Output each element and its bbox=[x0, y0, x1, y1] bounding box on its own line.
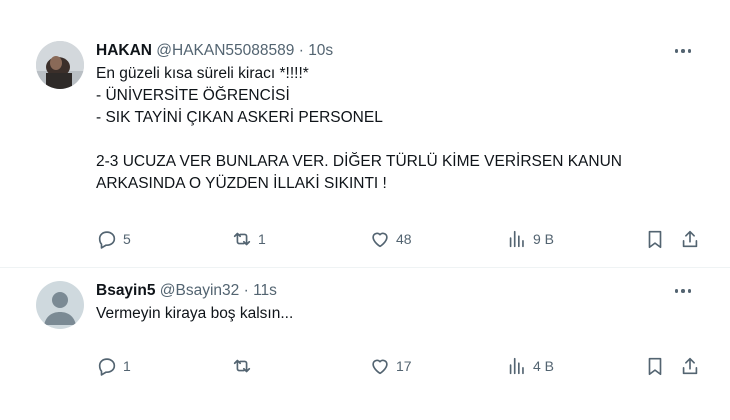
heart-icon bbox=[372, 232, 388, 248]
avatar[interactable] bbox=[36, 41, 84, 89]
reply-button[interactable]: 1 bbox=[96, 355, 131, 377]
more-icon[interactable] bbox=[672, 42, 694, 60]
share-icon bbox=[682, 357, 698, 375]
reply-button[interactable]: 5 bbox=[96, 228, 131, 250]
like-count: 17 bbox=[396, 358, 412, 374]
like-count: 48 bbox=[396, 231, 412, 247]
views-count: 4 B bbox=[533, 358, 555, 374]
tweet-text: Vermeyin kiraya boş kalsın... bbox=[96, 305, 294, 322]
bookmark-button[interactable] bbox=[644, 355, 666, 377]
share-icon bbox=[682, 230, 698, 248]
timestamp[interactable]: 10s bbox=[308, 42, 333, 59]
retweet-count: 1 bbox=[258, 231, 266, 247]
reply-count: 5 bbox=[123, 231, 131, 247]
tweet-header: HAKAN @HAKAN55088589 · 10s bbox=[96, 40, 694, 62]
bookmark-icon bbox=[648, 357, 662, 376]
default-avatar-icon bbox=[36, 281, 84, 329]
retweet-button[interactable] bbox=[231, 355, 258, 377]
views-icon bbox=[509, 357, 524, 375]
like-button[interactable]: 17 bbox=[369, 355, 412, 377]
bookmark-icon bbox=[648, 230, 662, 249]
reply-icon bbox=[98, 231, 116, 249]
views-button[interactable]: 9 B bbox=[506, 228, 554, 250]
user-handle[interactable]: @Bsayin32 bbox=[160, 282, 240, 299]
separator: · bbox=[298, 42, 304, 59]
views-button[interactable]: 4 B bbox=[506, 355, 554, 377]
heart-icon bbox=[372, 359, 388, 375]
action-bar: 5 1 48 9 B bbox=[96, 227, 702, 251]
views-icon bbox=[509, 230, 524, 248]
retweet-button[interactable]: 1 bbox=[231, 228, 266, 250]
tweet-text: En güzeli kısa süreli kiracı *!!!!* - ÜN… bbox=[96, 65, 622, 192]
timestamp[interactable]: 11s bbox=[253, 282, 277, 299]
more-icon[interactable] bbox=[672, 282, 694, 300]
tweet[interactable]: HAKAN @HAKAN55088589 · 10s En güzeli kıs… bbox=[0, 0, 730, 268]
share-button[interactable] bbox=[679, 228, 701, 250]
share-button[interactable] bbox=[679, 355, 701, 377]
views-count: 9 B bbox=[533, 231, 555, 247]
avatar-photo bbox=[36, 41, 84, 89]
reply-icon bbox=[98, 358, 116, 376]
retweet-icon bbox=[233, 232, 251, 246]
tweet[interactable]: Bsayin5 @Bsayin32 · 11s Vermeyin kiraya … bbox=[0, 268, 730, 420]
reply-count: 1 bbox=[123, 358, 131, 374]
retweet-icon bbox=[233, 359, 251, 373]
action-bar: 1 17 4 B bbox=[96, 354, 702, 378]
tweet-header: Bsayin5 @Bsayin32 · 11s bbox=[96, 280, 694, 302]
like-button[interactable]: 48 bbox=[369, 228, 412, 250]
user-name[interactable]: HAKAN bbox=[96, 42, 152, 59]
bookmark-button[interactable] bbox=[644, 228, 666, 250]
separator: · bbox=[243, 282, 249, 299]
avatar[interactable] bbox=[36, 281, 84, 329]
user-name[interactable]: Bsayin5 bbox=[96, 282, 155, 299]
user-handle[interactable]: @HAKAN55088589 bbox=[156, 42, 294, 59]
